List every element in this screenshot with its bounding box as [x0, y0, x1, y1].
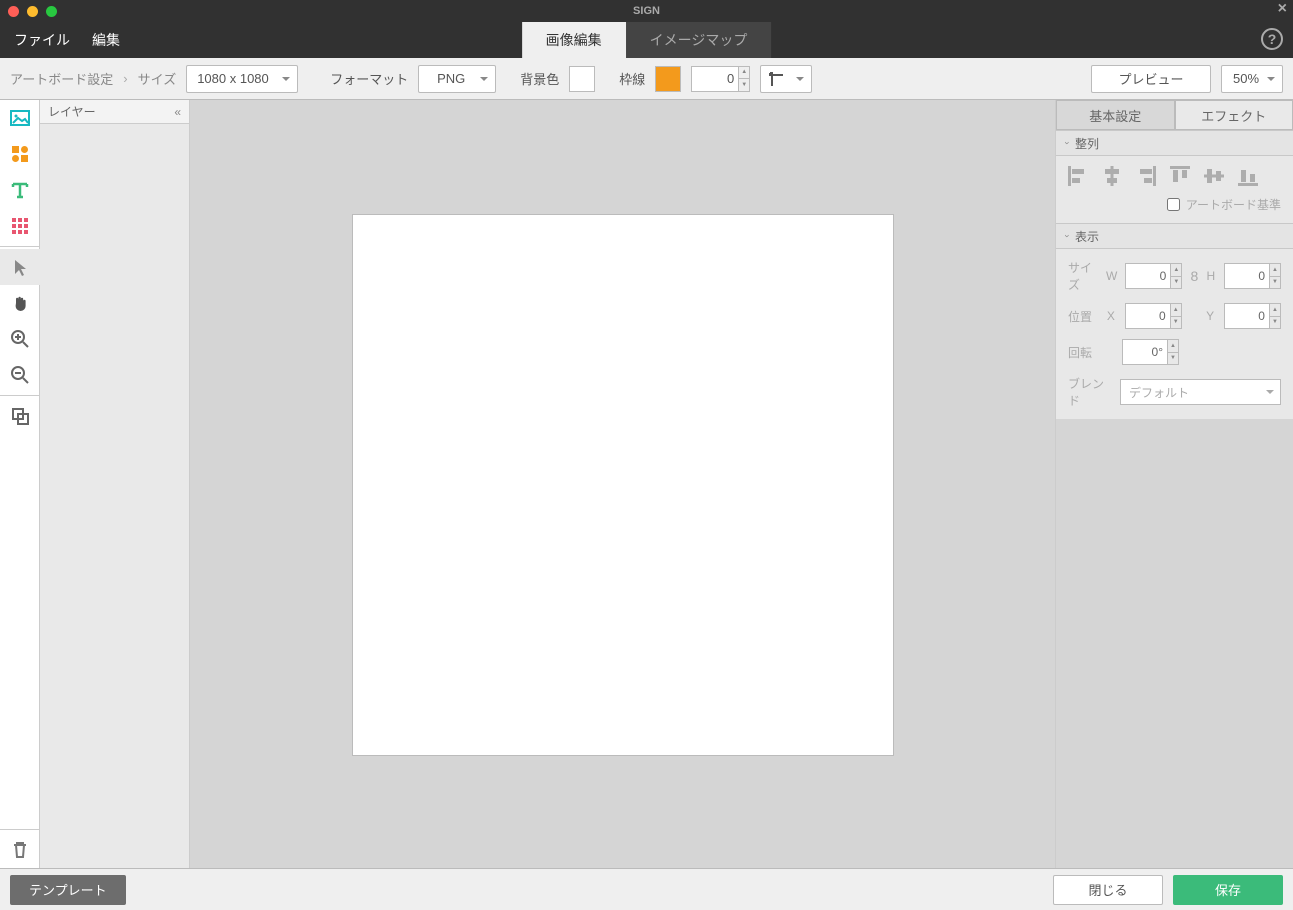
cursor-icon: [10, 257, 30, 277]
tool-trash[interactable]: [0, 832, 40, 868]
size-select[interactable]: 1080 x 1080: [186, 65, 298, 93]
x-spinner[interactable]: ▲▼: [1171, 303, 1182, 329]
w-label: W: [1106, 269, 1117, 283]
blend-select[interactable]: デフォルト: [1120, 379, 1281, 405]
section-display-header[interactable]: › 表示: [1056, 223, 1293, 249]
window-close-dot[interactable]: [8, 6, 19, 17]
save-button[interactable]: 保存: [1173, 875, 1283, 905]
border-width-input[interactable]: [691, 66, 739, 92]
window-zoom-dot[interactable]: [46, 6, 57, 17]
align-top-icon[interactable]: [1170, 166, 1190, 186]
border-corner-icon: [767, 70, 785, 88]
grid-icon: [10, 216, 30, 236]
properties-panel: 基本設定 エフェクト › 整列 アートボード基準 › 表示: [1055, 100, 1293, 868]
preview-button[interactable]: プレビュー: [1091, 65, 1211, 93]
canvas-area[interactable]: [190, 100, 1055, 868]
format-select[interactable]: PNG: [418, 65, 496, 93]
chevron-down-icon: ›: [1063, 235, 1073, 238]
align-bottom-icon[interactable]: [1238, 166, 1258, 186]
tool-zoom-in[interactable]: [0, 321, 40, 357]
height-spinner[interactable]: ▲▼: [1270, 263, 1281, 289]
tab-image-map[interactable]: イメージマップ: [626, 22, 772, 58]
rtab-effect[interactable]: エフェクト: [1175, 100, 1293, 130]
tab-image-edit[interactable]: 画像編集: [522, 22, 626, 58]
chevron-down-icon: ›: [1063, 142, 1073, 145]
zoom-select[interactable]: 50%: [1221, 65, 1283, 93]
menubar: ファイル 編集 画像編集 イメージマップ ?: [0, 22, 1293, 58]
blend-prop-label: ブレンド: [1068, 375, 1112, 409]
artboard[interactable]: [353, 215, 893, 755]
layers-header-label: レイヤー: [48, 103, 96, 120]
zoom-out-icon: [10, 365, 30, 385]
height-input[interactable]: [1224, 263, 1270, 289]
rotate-spinner[interactable]: ▲▼: [1168, 339, 1179, 365]
h-label: H: [1206, 269, 1216, 283]
tool-column: [0, 100, 40, 868]
menu-edit[interactable]: 編集: [92, 30, 120, 50]
layers-collapse-icon[interactable]: «: [174, 105, 181, 119]
width-spinner[interactable]: ▲▼: [1171, 263, 1182, 289]
section-align-label: 整列: [1075, 135, 1099, 152]
artboard-base-checkbox[interactable]: [1167, 198, 1180, 211]
bgcolor-swatch[interactable]: [569, 66, 595, 92]
help-icon[interactable]: ?: [1261, 28, 1283, 50]
width-input[interactable]: [1125, 263, 1171, 289]
size-prop-label: サイズ: [1068, 259, 1098, 293]
hand-icon: [10, 293, 30, 313]
tool-copy[interactable]: [0, 398, 40, 434]
align-center-h-icon[interactable]: [1102, 166, 1122, 186]
y-spinner[interactable]: ▲▼: [1270, 303, 1281, 329]
section-display-label: 表示: [1075, 228, 1099, 245]
layers-panel: レイヤー «: [40, 100, 190, 868]
crumb-artboard-settings[interactable]: アートボード設定: [10, 69, 113, 88]
titlebar: SIGN ×: [0, 0, 1293, 22]
align-right-icon[interactable]: [1136, 166, 1156, 186]
x-input[interactable]: [1125, 303, 1171, 329]
rotate-input[interactable]: [1122, 339, 1168, 365]
template-button[interactable]: テンプレート: [10, 875, 126, 905]
tool-select[interactable]: [0, 249, 40, 285]
border-style-select[interactable]: [760, 65, 812, 93]
text-icon: [10, 180, 30, 200]
close-button[interactable]: 閉じる: [1053, 875, 1163, 905]
link-dimensions-icon[interactable]: 8: [1190, 266, 1198, 286]
window-minimize-dot[interactable]: [27, 6, 38, 17]
menu-file[interactable]: ファイル: [14, 30, 70, 50]
rotate-prop-label: 回転: [1068, 344, 1112, 361]
close-icon[interactable]: ×: [1278, 0, 1287, 18]
size-label: サイズ: [138, 69, 177, 88]
artboard-toolbar: アートボード設定 › サイズ 1080 x 1080 フォーマット PNG 背景…: [0, 58, 1293, 100]
chevron-right-icon: ›: [123, 71, 127, 86]
x-label: X: [1107, 309, 1117, 323]
bgcolor-label: 背景色: [520, 69, 559, 88]
section-align-header[interactable]: › 整列: [1056, 130, 1293, 156]
tool-shapes[interactable]: [0, 136, 40, 172]
tool-text[interactable]: [0, 172, 40, 208]
tool-image[interactable]: [0, 100, 40, 136]
shapes-icon: [10, 144, 30, 164]
image-icon: [10, 108, 30, 128]
align-center-v-icon[interactable]: [1204, 166, 1224, 186]
tool-grid[interactable]: [0, 208, 40, 244]
border-width-spinner[interactable]: ▲▼: [739, 66, 750, 92]
rtab-basic[interactable]: 基本設定: [1056, 100, 1175, 130]
position-prop-label: 位置: [1068, 308, 1099, 325]
artboard-base-label: アートボード基準: [1186, 196, 1281, 213]
app-title: SIGN: [0, 5, 1293, 17]
tool-hand[interactable]: [0, 285, 40, 321]
format-label: フォーマット: [330, 69, 408, 88]
border-color-swatch[interactable]: [655, 66, 681, 92]
tool-zoom-out[interactable]: [0, 357, 40, 393]
y-input[interactable]: [1224, 303, 1270, 329]
align-left-icon[interactable]: [1068, 166, 1088, 186]
footer: テンプレート 閉じる 保存: [0, 868, 1293, 910]
copy-icon: [10, 406, 30, 426]
trash-icon: [11, 840, 29, 860]
y-label: Y: [1206, 309, 1216, 323]
border-label: 枠線: [619, 69, 645, 88]
zoom-in-icon: [10, 329, 30, 349]
